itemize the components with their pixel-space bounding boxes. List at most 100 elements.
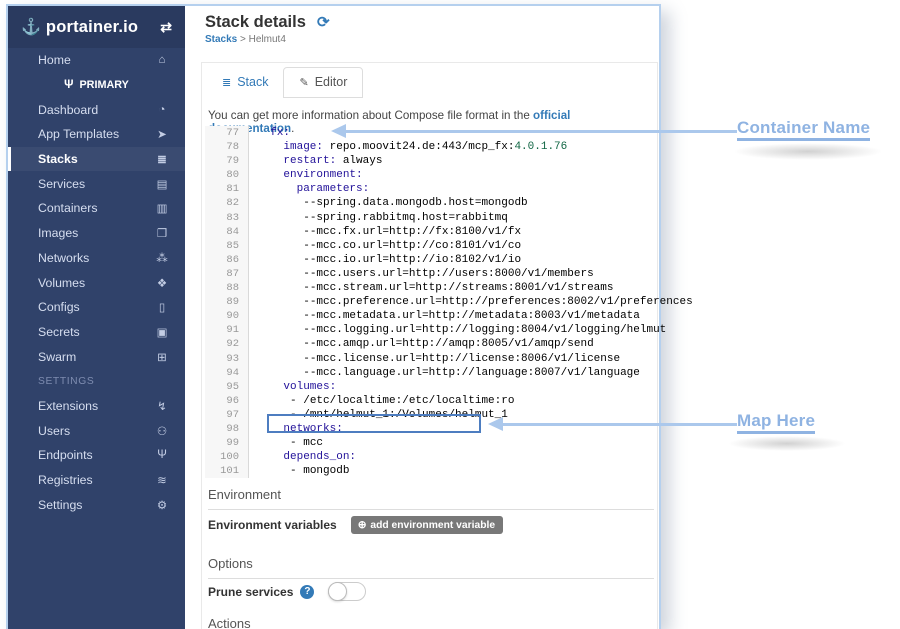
prune-services-row: Prune services ? <box>208 582 366 601</box>
line-number: 77 <box>205 126 249 140</box>
sidebar-item-services[interactable]: Services▤ <box>8 171 185 196</box>
sidebar-item-settings[interactable]: Settings⚙ <box>8 492 185 517</box>
main-content: Stack details ⟳ Stacks > Helmut4 ≣ Stack… <box>185 6 659 629</box>
code-line: 100 depends_on: <box>205 450 656 464</box>
sidebar-item-endpoints[interactable]: EndpointsΨ <box>8 443 185 468</box>
portainer-logo-text: portainer.io <box>46 18 138 37</box>
environment-section-title: Environment <box>208 487 654 510</box>
map-here-arrow-line <box>502 423 737 426</box>
networks-highlight-box <box>267 414 481 433</box>
code-line: 83 --spring.rabbitmq.host=rabbitmq <box>205 211 656 225</box>
actions-section-title: Actions <box>208 616 654 629</box>
tab-editor[interactable]: ✎ Editor <box>283 67 363 98</box>
dashboard-icon: ◔ <box>153 104 171 116</box>
endpoint-label: PRIMARY <box>79 79 128 91</box>
sidebar-item-label: Home <box>38 53 71 67</box>
line-number: 85 <box>205 239 249 253</box>
code-text: --mcc.language.url=http://language:8007/… <box>249 366 640 380</box>
sidebar-item-primary[interactable]: ΨPRIMARY <box>8 73 185 98</box>
sidebar-item-app-templates[interactable]: App Templates➤ <box>8 122 185 147</box>
extensions-icon: ↯ <box>153 399 171 413</box>
code-text: image: repo.moovit24.de:443/mcp_fx:4.0.1… <box>249 140 567 154</box>
code-line: 94 --mcc.language.url=http://language:80… <box>205 366 656 380</box>
line-number: 95 <box>205 380 249 394</box>
map-here-shadow <box>728 436 846 451</box>
info-text: You can get more information about Compo… <box>208 109 533 122</box>
swarm-icon: ⊞ <box>153 350 171 364</box>
sidebar-item-images[interactable]: Images❐ <box>8 221 185 246</box>
line-number: 94 <box>205 366 249 380</box>
line-number: 88 <box>205 281 249 295</box>
line-number: 90 <box>205 309 249 323</box>
app-window: ⚓ portainer.io ⇄ Home⌂ΨPRIMARYDashboard◔… <box>6 4 661 629</box>
prune-services-toggle[interactable] <box>328 582 366 601</box>
line-number: 97 <box>205 408 249 422</box>
code-text: - mcc <box>249 436 323 450</box>
list-icon: ≣ <box>222 76 231 89</box>
sidebar-item-secrets[interactable]: Secrets▣ <box>8 320 185 345</box>
container-name-arrow-line <box>345 130 737 133</box>
sidebar-item-swarm[interactable]: Swarm ⊞ <box>8 344 185 369</box>
code-line: 80 environment: <box>205 168 656 182</box>
tab-stack[interactable]: ≣ Stack <box>207 67 283 98</box>
prune-services-label: Prune services <box>208 585 293 599</box>
sidebar-item-dashboard[interactable]: Dashboard◔ <box>8 97 185 122</box>
sidebar-item-configs[interactable]: Configs▯ <box>8 295 185 320</box>
plus-circle-icon: ⊕ <box>358 519 367 531</box>
code-line: 88 --mcc.stream.url=http://streams:8001/… <box>205 281 656 295</box>
sidebar-item-label: Users <box>38 424 70 438</box>
code-line: 79 restart: always <box>205 154 656 168</box>
code-text: volumes: <box>249 380 336 394</box>
add-environment-variable-button[interactable]: ⊕ add environment variable <box>351 516 503 534</box>
sidebar-nav: Home⌂ΨPRIMARYDashboard◔App Templates➤Sta… <box>8 48 185 517</box>
code-text: --mcc.metadata.url=http://metadata:8003/… <box>249 309 640 323</box>
code-text: --mcc.co.url=http://co:8101/v1/co <box>249 239 521 253</box>
code-line: 81 parameters: <box>205 182 656 196</box>
users-icon: ⚇ <box>153 424 171 438</box>
code-text: --mcc.amqp.url=http://amqp:8005/v1/amqp/… <box>249 337 594 351</box>
sidebar-item-label: Extensions <box>38 399 98 413</box>
code-line: 77 fx: <box>205 126 656 140</box>
line-number: 82 <box>205 196 249 210</box>
refresh-icon[interactable]: ⟳ <box>313 14 330 31</box>
code-line: 84 --mcc.fx.url=http://fx:8100/v1/fx <box>205 225 656 239</box>
line-number: 101 <box>205 464 249 478</box>
configs-icon: ▯ <box>153 300 171 314</box>
sidebar-item-stacks[interactable]: Stacks≣ <box>8 147 185 172</box>
sidebar-item-label: Networks <box>38 251 89 265</box>
sidebar-item-label: Swarm <box>38 350 76 364</box>
line-number: 79 <box>205 154 249 168</box>
code-text: --mcc.preference.url=http://preferences:… <box>249 295 693 309</box>
code-text: restart: always <box>249 154 382 168</box>
sidebar-item-networks[interactable]: Networks ⁂ <box>8 246 185 271</box>
sidebar-section-label: SETTINGS <box>8 369 185 394</box>
endpoints-icon: Ψ <box>153 449 171 461</box>
networks-icon: ⁂ <box>153 251 171 265</box>
sidebar-item-volumes[interactable]: Volumes❖ <box>8 270 185 295</box>
logo-band: ⚓ portainer.io ⇄ <box>8 6 185 48</box>
sidebar-item-label: Containers <box>38 201 97 215</box>
line-number: 84 <box>205 225 249 239</box>
sidebar: ⚓ portainer.io ⇄ Home⌂ΨPRIMARYDashboard◔… <box>8 6 185 629</box>
endpoint-switch-icon[interactable]: ⇄ <box>160 19 172 36</box>
code-line: 85 --mcc.co.url=http://co:8101/v1/co <box>205 239 656 253</box>
breadcrumb-current: Helmut4 <box>249 34 286 45</box>
environment-variables-row: Environment variables ⊕ add environment … <box>208 516 503 534</box>
pencil-icon: ✎ <box>299 76 308 89</box>
toggle-knob <box>328 582 347 601</box>
map-here-annotation: Map Here <box>737 411 815 434</box>
line-number: 89 <box>205 295 249 309</box>
sidebar-item-home[interactable]: Home⌂ <box>8 48 185 73</box>
screenshot-stage: ⚓ portainer.io ⇄ Home⌂ΨPRIMARYDashboard◔… <box>0 0 900 629</box>
stacks-icon: ≣ <box>153 152 171 166</box>
sidebar-item-users[interactable]: Users ⚇ <box>8 418 185 443</box>
breadcrumb-stacks-link[interactable]: Stacks <box>205 34 237 45</box>
tab-editor-label: Editor <box>315 75 348 89</box>
sidebar-item-extensions[interactable]: Extensions ↯ <box>8 394 185 419</box>
sidebar-item-registries[interactable]: Registries≋ <box>8 468 185 493</box>
line-number: 99 <box>205 436 249 450</box>
sidebar-item-containers[interactable]: Containers▥ <box>8 196 185 221</box>
container-name-arrowhead <box>331 124 346 138</box>
container-name-shadow <box>733 143 883 160</box>
code-text: --mcc.io.url=http://io:8102/v1/io <box>249 253 521 267</box>
